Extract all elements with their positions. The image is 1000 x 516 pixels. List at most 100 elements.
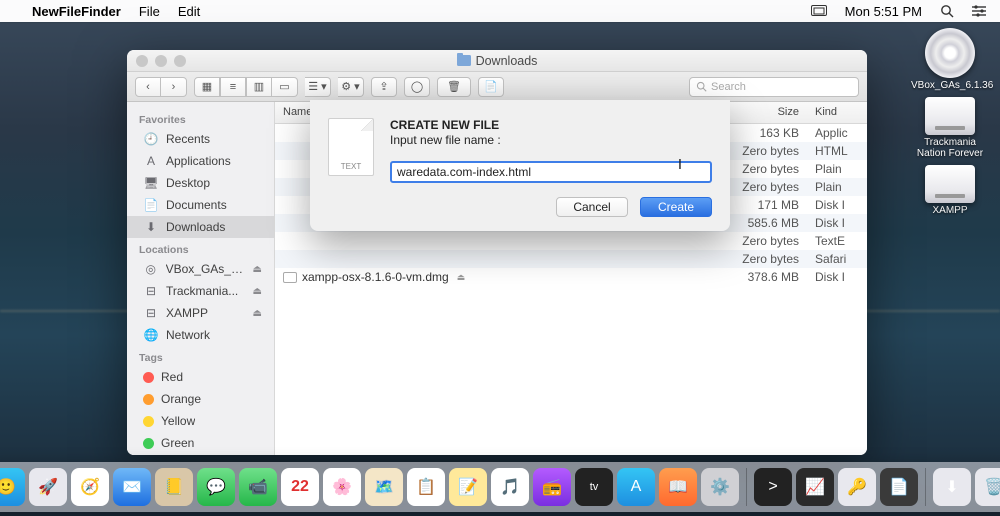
dock-notes[interactable]: 📝 [449, 468, 487, 506]
sidebar-item-green[interactable]: Green [127, 432, 274, 454]
spotlight-icon[interactable] [940, 4, 954, 18]
dock-prefs[interactable]: ⚙️ [701, 468, 739, 506]
desktop-icon-drive[interactable]: Trackmania Nation Forever [911, 97, 989, 159]
sidebar-item-label: VBox_GAs_6... [166, 262, 246, 276]
dock-maps[interactable]: 🗺️ [365, 468, 403, 506]
sidebar-item-label: Downloads [166, 220, 225, 234]
dock-contacts[interactable]: 📒 [155, 468, 193, 506]
dock-separator [746, 468, 747, 506]
create-button[interactable]: Create [640, 197, 712, 217]
action-button[interactable]: ⚙ ▾ [338, 77, 364, 97]
cancel-button[interactable]: Cancel [556, 197, 628, 217]
col-kind[interactable]: Kind [807, 102, 867, 123]
sidebar-item-xampp[interactable]: ⊟XAMPP⏏ [127, 302, 274, 324]
menu-file[interactable]: File [139, 4, 160, 19]
view-buttons: ▦ ≡ ▥ ▭ [194, 77, 298, 97]
sidebar-item-red[interactable]: Red [127, 366, 274, 388]
titlebar[interactable]: Downloads [127, 50, 867, 72]
zoom-button[interactable] [174, 55, 186, 67]
control-center-icon[interactable] [972, 5, 986, 17]
forward-button[interactable]: › [161, 77, 187, 97]
eject-icon[interactable]: ⏏ [253, 308, 262, 319]
sidebar-item-downloads[interactable]: ⬇ Downloads [127, 216, 274, 238]
eject-icon[interactable]: ⏏ [253, 286, 262, 297]
list-view-button[interactable]: ≡ [220, 77, 246, 97]
dock-mail[interactable]: ✉️ [113, 468, 151, 506]
dock-facetime[interactable]: 📹 [239, 468, 277, 506]
eject-icon[interactable]: ⏏ [253, 264, 262, 275]
network-icon: 🌐 [143, 328, 159, 342]
share-button[interactable]: ⇪ [371, 77, 397, 97]
text-cursor-icon: I [678, 156, 682, 173]
back-button[interactable]: ‹ [135, 77, 161, 97]
icon-view-button[interactable]: ▦ [194, 77, 220, 97]
sidebar-item-label: Yellow [161, 414, 195, 428]
dock-music[interactable]: 🎵 [491, 468, 529, 506]
column-view-button[interactable]: ▥ [246, 77, 272, 97]
desktop-icon-drive[interactable]: XAMPP [925, 165, 975, 216]
gallery-view-button[interactable]: ▭ [272, 77, 298, 97]
dock-separator [925, 468, 926, 506]
tag-color-icon [143, 372, 154, 383]
text-file-icon: TEXT [328, 118, 374, 176]
close-button[interactable] [136, 55, 148, 67]
dock-books[interactable]: 📖 [659, 468, 697, 506]
sidebar-item-vbox-gas-[interactable]: ◎VBox_GAs_6...⏏ [127, 258, 274, 280]
window-title: Downloads [476, 54, 538, 68]
trash-toolbar-button[interactable]: 🗑 [437, 77, 471, 97]
dock-terminal[interactable]: > [754, 468, 792, 506]
tags-button[interactable]: ◯ [404, 77, 430, 97]
dock-tv[interactable]: tv [575, 468, 613, 506]
file-size: 171 MB [717, 198, 807, 212]
menu-edit[interactable]: Edit [178, 4, 200, 19]
desktop-icon-dvd[interactable]: VBox_GAs_6.1.36 [911, 28, 989, 91]
dock-safari[interactable]: 🧭 [71, 468, 109, 506]
dock-appstore[interactable]: A [617, 468, 655, 506]
sidebar[interactable]: Favorites🕘RecentsAApplications🖥Desktop📄D… [127, 102, 275, 455]
sidebar-item-label: Network [166, 328, 210, 342]
dock-activity[interactable]: 📈 [796, 468, 834, 506]
sidebar-item-applications[interactable]: AApplications [127, 150, 274, 172]
col-size[interactable]: Size [717, 102, 807, 123]
sidebar-heading: Favorites [127, 108, 274, 128]
sidebar-item-label: Recents [166, 132, 210, 146]
dialog-title: CREATE NEW FILE [390, 118, 712, 132]
search-input[interactable]: Search [689, 77, 859, 97]
dock-messages[interactable]: 💬 [197, 468, 235, 506]
file-size: Zero bytes [717, 180, 807, 194]
sidebar-item-label: Applications [166, 154, 231, 168]
sidebar-item-orange[interactable]: Orange [127, 388, 274, 410]
sidebar-item-network[interactable]: 🌐 Network [127, 324, 274, 346]
filename-input[interactable] [390, 161, 712, 183]
dock-launchpad[interactable]: 🚀 [29, 468, 67, 506]
newfile-button[interactable]: 📄 [478, 77, 504, 97]
sidebar-heading: Locations [127, 238, 274, 258]
table-row[interactable]: Zero bytesSafari [275, 250, 867, 268]
menubar-clock[interactable]: Mon 5:51 PM [845, 4, 922, 19]
sidebar-item-documents[interactable]: 📄Documents [127, 194, 274, 216]
dock-reminders[interactable]: 📋 [407, 468, 445, 506]
arrange-button[interactable]: ☰ ▾ [305, 77, 331, 97]
dock-calendar[interactable]: 22 [281, 468, 319, 506]
minimize-button[interactable] [155, 55, 167, 67]
table-row[interactable]: Zero bytesTextE [275, 232, 867, 250]
sidebar-item-blue[interactable]: Blue [127, 454, 274, 455]
screen-mirror-icon[interactable] [811, 5, 827, 17]
sidebar-item-label: Orange [161, 392, 201, 406]
dock-keychain[interactable]: 🔑 [838, 468, 876, 506]
sidebar-item-trackmania-[interactable]: ⊟Trackmania...⏏ [127, 280, 274, 302]
dock-downloads[interactable]: ⬇ [933, 468, 971, 506]
sidebar-item-desktop[interactable]: 🖥Desktop [127, 172, 274, 194]
table-row[interactable]: xampp-osx-8.1.6-0-vm.dmg⏏378.6 MBDisk I [275, 268, 867, 286]
dock-podcasts[interactable]: 📻 [533, 468, 571, 506]
dock-finder[interactable]: 🙂 [0, 468, 25, 506]
sidebar-item-yellow[interactable]: Yellow [127, 410, 274, 432]
desktop-icons: VBox_GAs_6.1.36 Trackmania Nation Foreve… [910, 28, 990, 216]
file-kind: Disk I [807, 198, 867, 212]
downloads-icon: ⬇ [143, 220, 159, 234]
dock-photos[interactable]: 🌸 [323, 468, 361, 506]
app-name[interactable]: NewFileFinder [32, 4, 121, 19]
dock-trash[interactable]: 🗑️ [975, 468, 1000, 506]
dock-newfilefinder[interactable]: 📄 [880, 468, 918, 506]
sidebar-item-recents[interactable]: 🕘Recents [127, 128, 274, 150]
